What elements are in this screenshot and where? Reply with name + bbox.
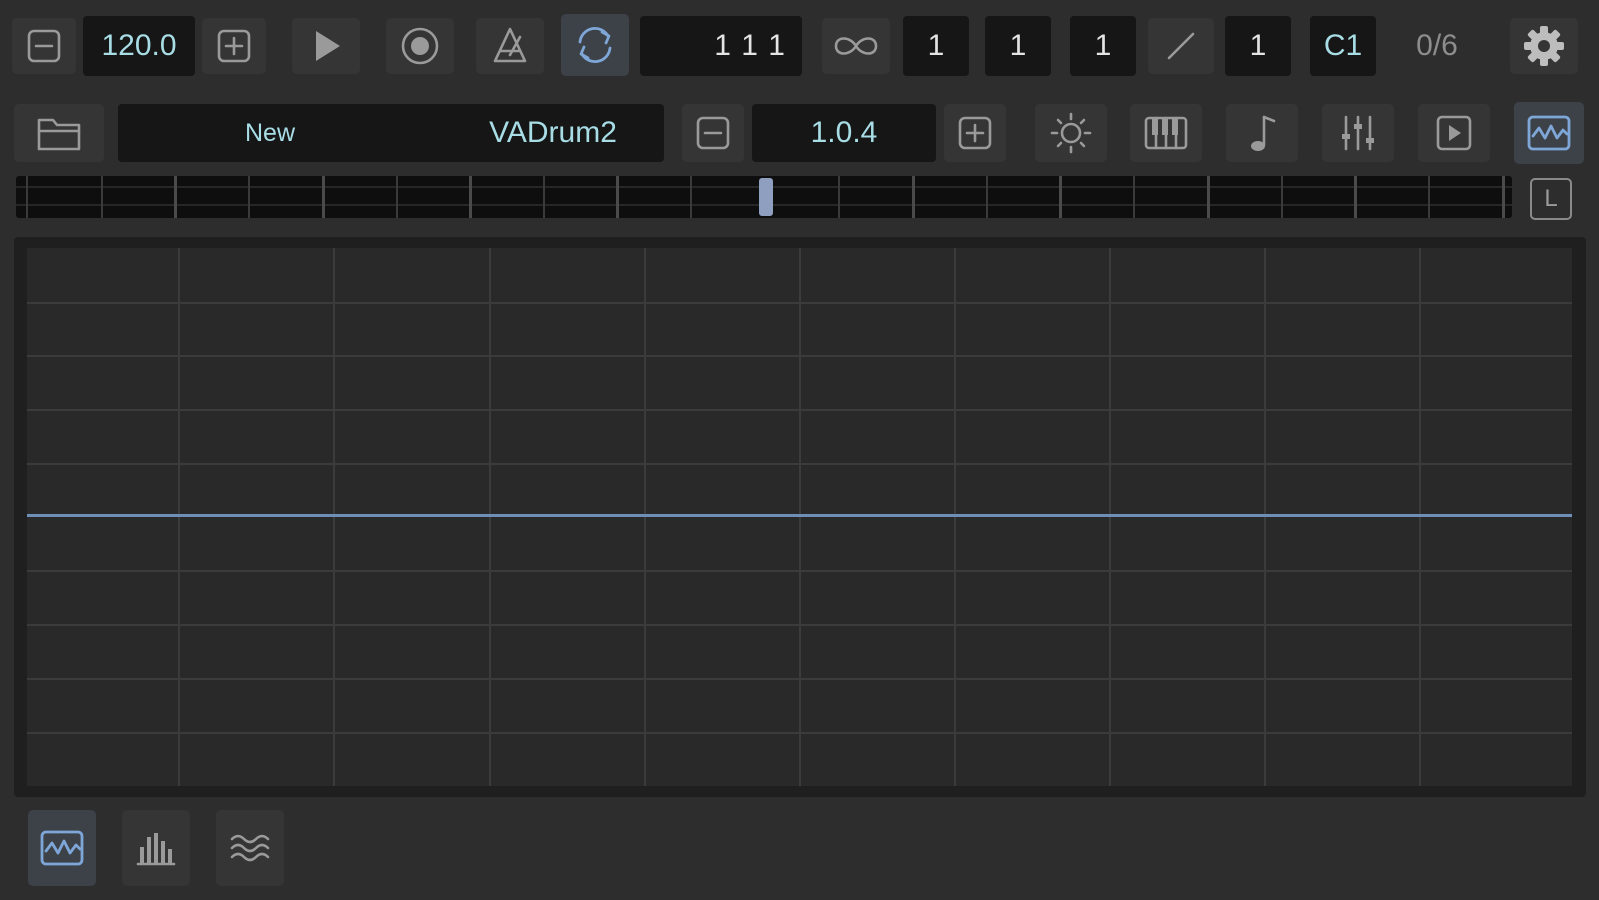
- play-icon: [316, 31, 340, 61]
- note-field[interactable]: C1: [1310, 16, 1376, 76]
- waveform-display[interactable]: [27, 248, 1572, 786]
- infinity-icon: [834, 37, 878, 55]
- note-button[interactable]: [1226, 104, 1298, 162]
- piano-keyboard-icon: [1144, 116, 1188, 150]
- play-box-icon: [1436, 115, 1472, 151]
- waves-tab[interactable]: [216, 810, 284, 886]
- record-icon: [401, 27, 439, 65]
- position-field[interactable]: 1 1 1: [640, 16, 802, 76]
- settings-button[interactable]: [1510, 18, 1578, 74]
- version-increase-button[interactable]: [944, 104, 1006, 162]
- lock-label: L: [1544, 185, 1558, 212]
- time-signature-denominator-field[interactable]: 1: [1070, 16, 1136, 76]
- metronome-button[interactable]: [476, 18, 544, 74]
- play-button[interactable]: [292, 18, 360, 74]
- record-button[interactable]: [386, 18, 454, 74]
- tempo-decrease-button[interactable]: [12, 18, 76, 74]
- loop-icon: [578, 26, 612, 64]
- preset-display[interactable]: New VADrum2: [118, 104, 664, 162]
- preset-bank: New: [244, 118, 295, 147]
- playback-button[interactable]: [1418, 104, 1490, 162]
- effects-button[interactable]: [1035, 104, 1107, 162]
- waves-icon: [230, 834, 270, 862]
- infinite-loop-button[interactable]: [822, 18, 890, 74]
- preset-name: VADrum2: [489, 116, 617, 149]
- folder-icon: [37, 118, 81, 151]
- version-decrease-button[interactable]: [682, 104, 744, 162]
- minus-square-icon: [27, 29, 61, 63]
- waveform-signal-line: [27, 514, 1572, 517]
- plus-square-icon: [217, 29, 251, 63]
- waveform-icon: [1527, 115, 1571, 151]
- playhead-handle[interactable]: [759, 178, 773, 216]
- waveform-icon: [40, 830, 84, 866]
- plus-square-icon: [958, 116, 992, 150]
- quantize-field[interactable]: 1: [1225, 16, 1291, 76]
- slash-button[interactable]: [1148, 18, 1214, 74]
- gear-icon: [1524, 26, 1564, 66]
- open-preset-button[interactable]: [14, 104, 104, 162]
- slash-icon: [1167, 32, 1195, 60]
- sun-icon: [1050, 112, 1092, 154]
- version-field[interactable]: 1.0.4: [752, 104, 936, 162]
- waveform-view-button[interactable]: [1514, 102, 1584, 164]
- waveform-tab[interactable]: [28, 810, 96, 886]
- bar-graph-icon: [136, 833, 176, 866]
- mixer-button[interactable]: [1322, 104, 1394, 162]
- metronome-icon: [493, 27, 527, 63]
- lock-button[interactable]: L: [1530, 178, 1572, 220]
- loop-toggle-button[interactable]: [561, 14, 629, 76]
- voice-count: 0/6: [1416, 29, 1458, 62]
- tempo-field[interactable]: 120.0: [83, 16, 195, 76]
- spectrum-tab[interactable]: [122, 810, 190, 886]
- minus-square-icon: [696, 116, 730, 150]
- loop-bars-field[interactable]: 1: [903, 16, 969, 76]
- music-note-icon: [1251, 115, 1276, 151]
- mixer-sliders-icon: [1342, 115, 1374, 151]
- keyboard-button[interactable]: [1130, 104, 1202, 162]
- tempo-increase-button[interactable]: [202, 18, 266, 74]
- time-signature-numerator-field[interactable]: 1: [985, 16, 1051, 76]
